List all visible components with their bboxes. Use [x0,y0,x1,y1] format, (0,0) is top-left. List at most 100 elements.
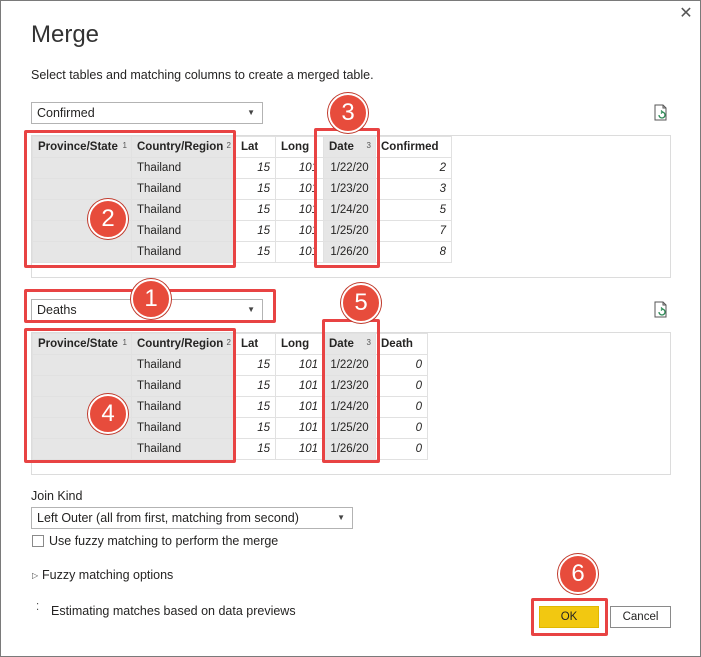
table-cell [32,241,132,263]
table-cell: Thailand [131,220,236,242]
cancel-button[interactable]: Cancel [610,606,671,628]
table-cell: 15 [235,354,276,376]
table-cell: 101 [275,241,324,263]
column-header[interactable]: Lat [235,136,276,158]
column-header-label: Province/State [38,338,118,350]
first-table-select[interactable]: Confirmed ▼ [31,102,263,124]
table-cell [32,438,132,460]
fuzzy-options-toggle[interactable]: Fuzzy matching options [42,568,173,582]
second-table-preview: Province/State 1 Country/Region 2 Lat Long Dat… [31,332,671,475]
table-cell: 101 [275,438,324,460]
column-header-label: Lat [241,141,259,153]
column-header[interactable]: Date 3 [323,333,376,355]
column-header[interactable]: Long [275,136,324,158]
status-text: Estimating matches based on data preview… [51,604,296,618]
column-match-order: 1 [122,141,127,150]
column-header[interactable]: Province/State 1 [32,136,132,158]
table-cell: Thailand [131,438,236,460]
column-header-label: Death [381,338,413,350]
column-header-label: Long [281,141,310,153]
table-cell: 7 [375,220,452,242]
table-cell: Thailand [131,354,236,376]
column-header[interactable]: Country/Region 2 [131,333,236,355]
column-header-label: Lat [241,338,259,350]
table-cell: 1/25/20 [323,220,376,242]
table-cell: 15 [235,438,276,460]
column-header-label: Date [329,338,354,350]
table-cell: 101 [275,375,324,397]
table-cell [32,354,132,376]
column-match-order: 1 [122,338,127,347]
header-row: Province/State 1 Country/Region 2 Lat Long Dat… [32,136,452,158]
refresh-preview-icon[interactable] [653,301,669,319]
first-table-select-value: Confirmed [37,106,95,120]
refresh-preview-icon[interactable] [653,104,669,122]
column-match-order: 2 [226,338,231,347]
column-match-order: 3 [366,338,371,347]
table-cell: 15 [235,178,276,200]
table-row: Thailand 15 101 1/23/20 3 [32,178,452,200]
table-cell: 101 [275,354,324,376]
table-cell: 101 [275,178,324,200]
table-cell: 1/23/20 [323,178,376,200]
column-header[interactable]: Lat [235,333,276,355]
column-header[interactable]: Date 3 [323,136,376,158]
column-match-order: 2 [226,141,231,150]
table-cell: Thailand [131,396,236,418]
annotation-badge-4: 4 [88,394,128,434]
column-header[interactable]: Long [275,333,324,355]
table-cell: Thailand [131,375,236,397]
column-match-order: 3 [366,141,371,150]
table-cell: Thailand [131,417,236,439]
table-cell: 101 [275,199,324,221]
table-cell: 101 [275,396,324,418]
column-header-label: Date [329,141,354,153]
table-cell: 1/26/20 [323,438,376,460]
first-table-preview: Province/State 1 Country/Region 2 Lat Long Dat… [31,135,671,278]
annotation-badge-6: 6 [558,554,598,594]
chevron-down-icon: ▼ [337,513,345,522]
table-cell: 3 [375,178,452,200]
chevron-down-icon: ▼ [247,108,255,117]
merge-dialog: ✕ Merge Select tables and matching colum… [0,0,701,657]
table-cell: 15 [235,241,276,263]
header-row: Province/State 1 Country/Region 2 Lat Long Dat… [32,333,428,355]
table-cell: Thailand [131,178,236,200]
table-cell: 15 [235,375,276,397]
table-cell: 15 [235,199,276,221]
table-cell: 101 [275,417,324,439]
table-cell: 101 [275,220,324,242]
table-cell: 15 [235,157,276,179]
fuzzy-matching-checkbox[interactable] [32,535,44,547]
column-header[interactable]: Province/State 1 [32,333,132,355]
join-kind-label: Join Kind [31,489,83,503]
table-cell: 15 [235,396,276,418]
table-cell: Thailand [131,199,236,221]
chevron-right-icon[interactable]: ▷ [32,570,38,582]
close-icon[interactable]: ✕ [677,5,695,23]
column-header[interactable]: Death [375,333,428,355]
table-cell: 0 [375,438,428,460]
table-cell: 1/26/20 [323,241,376,263]
column-header[interactable]: Confirmed [375,136,452,158]
table-row: Thailand 15 101 1/23/20 0 [32,375,428,397]
chevron-down-icon: ▼ [247,305,255,314]
table-cell: 0 [375,417,428,439]
annotation-badge-3: 3 [328,93,368,133]
dialog-subtitle: Select tables and matching columns to cr… [31,68,374,82]
second-table-grid: Province/State 1 Country/Region 2 Lat Long Dat… [32,333,428,460]
fuzzy-matching-label[interactable]: Use fuzzy matching to perform the merge [49,534,278,548]
annotation-badge-1: 1 [131,279,171,319]
ok-button[interactable]: OK [539,606,599,628]
table-cell: 1/24/20 [323,396,376,418]
table-cell: 1/25/20 [323,417,376,439]
second-table-select-value: Deaths [37,303,77,317]
table-row: Thailand 15 101 1/22/20 0 [32,354,428,376]
column-header[interactable]: Country/Region 2 [131,136,236,158]
loading-spinner-icon: ⁚ [36,602,40,613]
table-cell: 0 [375,354,428,376]
annotation-badge-5: 5 [341,283,381,323]
column-header-label: Confirmed [381,141,439,153]
table-cell: 0 [375,375,428,397]
join-kind-select[interactable]: Left Outer (all from first, matching fro… [31,507,353,529]
